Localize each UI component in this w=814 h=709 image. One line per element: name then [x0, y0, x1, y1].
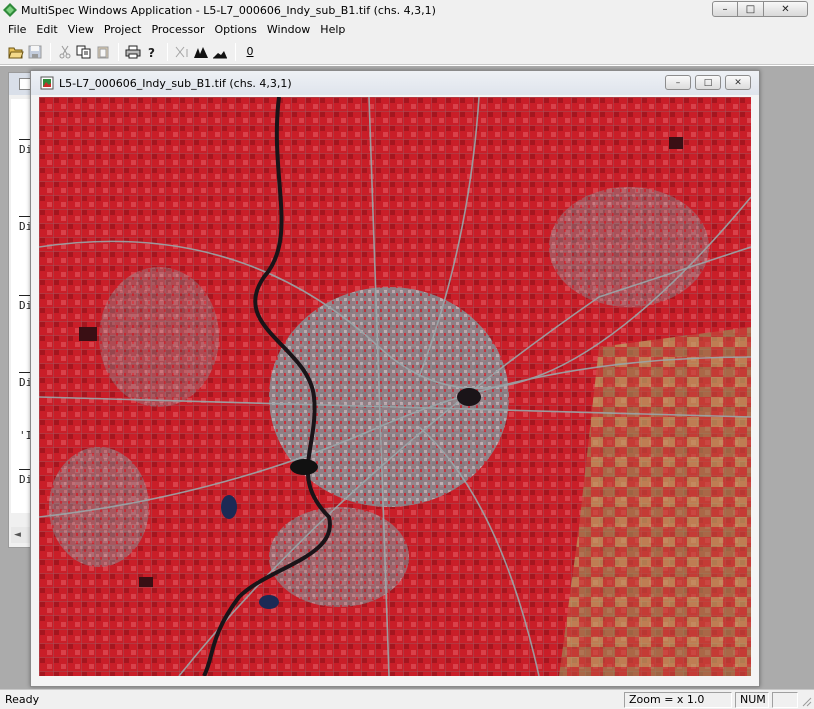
- maximize-icon: □: [703, 77, 713, 88]
- save-button[interactable]: [26, 43, 44, 61]
- multispec-app-icon: [3, 3, 17, 17]
- app-title: MultiSpec Windows Application - L5-L7_00…: [21, 3, 436, 17]
- help-button[interactable]: ?: [143, 43, 161, 61]
- histogram-button[interactable]: [192, 43, 210, 61]
- x-icon: [175, 46, 188, 57]
- menu-options[interactable]: Options: [209, 23, 261, 36]
- image-minimize-button[interactable]: –: [665, 75, 691, 90]
- histogram-small-icon: [213, 50, 227, 58]
- menu-view[interactable]: View: [63, 23, 99, 36]
- close-icon: ✕: [734, 77, 742, 88]
- num-lock-indicator: NUM: [735, 692, 769, 708]
- cut-button[interactable]: [56, 43, 74, 61]
- zero-button[interactable]: 0: [241, 43, 259, 61]
- copy-icon: [76, 45, 91, 58]
- printer-icon: [125, 45, 141, 58]
- menu-processor[interactable]: Processor: [146, 23, 209, 36]
- close-button[interactable]: ✕: [764, 1, 808, 17]
- toolbar: ? 0: [0, 39, 814, 65]
- menu-bar: File Edit View Project Processor Options…: [0, 20, 814, 39]
- menu-project[interactable]: Project: [99, 23, 147, 36]
- svg-text:?: ?: [148, 46, 155, 59]
- status-bar: Ready Zoom = x 1.0 NUM: [0, 689, 814, 709]
- open-folder-icon: [8, 47, 24, 58]
- image-window-controls: – □ ✕: [661, 75, 751, 90]
- print-button[interactable]: [124, 43, 142, 61]
- minimize-icon: –: [722, 3, 728, 15]
- menu-help[interactable]: Help: [315, 23, 350, 36]
- window-controls: – □ ✕: [712, 1, 808, 17]
- scissors-icon: [59, 45, 71, 58]
- zero-label: 0: [246, 45, 254, 58]
- image-window-title-bar[interactable]: L5-L7_000606_Indy_sub_B1.tif (chs. 4,3,1…: [31, 71, 759, 95]
- paste-clipboard-icon: [97, 46, 109, 58]
- x-overlay-button[interactable]: [173, 43, 191, 61]
- menu-window[interactable]: Window: [262, 23, 315, 36]
- minimize-icon: –: [675, 77, 681, 88]
- status-ready-text: Ready: [5, 693, 40, 706]
- toolbar-separator: [235, 42, 236, 61]
- image-document-icon: [40, 76, 54, 90]
- image-maximize-button[interactable]: □: [695, 75, 721, 90]
- main-title-bar: MultiSpec Windows Application - L5-L7_00…: [0, 0, 814, 20]
- toolbar-separator: [118, 42, 119, 61]
- status-empty-pane: [772, 692, 798, 708]
- toolbar-separator: [50, 42, 51, 61]
- satellite-image-canvas[interactable]: [39, 97, 751, 676]
- question-icon: ?: [148, 46, 155, 59]
- maximize-button[interactable]: □: [738, 1, 764, 17]
- satellite-image: [39, 97, 751, 676]
- resize-grip-icon[interactable]: [800, 695, 812, 707]
- close-icon: ✕: [781, 3, 790, 15]
- open-button[interactable]: [7, 43, 25, 61]
- image-close-button[interactable]: ✕: [725, 75, 751, 90]
- histogram-icon: [194, 46, 208, 58]
- toolbar-separator: [167, 42, 168, 61]
- image-window[interactable]: L5-L7_000606_Indy_sub_B1.tif (chs. 4,3,1…: [30, 70, 760, 687]
- menu-edit[interactable]: Edit: [31, 23, 62, 36]
- minimize-button[interactable]: –: [712, 1, 738, 17]
- menu-file[interactable]: File: [3, 23, 31, 36]
- zoom-status-pane: Zoom = x 1.0: [624, 692, 732, 708]
- histogram-small-button[interactable]: [211, 43, 229, 61]
- maximize-icon: □: [745, 3, 756, 15]
- copy-button[interactable]: [75, 43, 93, 61]
- scroll-left-icon[interactable]: ◄: [14, 530, 21, 540]
- image-window-title: L5-L7_000606_Indy_sub_B1.tif (chs. 4,3,1…: [59, 76, 292, 90]
- paste-button[interactable]: [94, 43, 112, 61]
- save-disk-icon: [28, 45, 42, 58]
